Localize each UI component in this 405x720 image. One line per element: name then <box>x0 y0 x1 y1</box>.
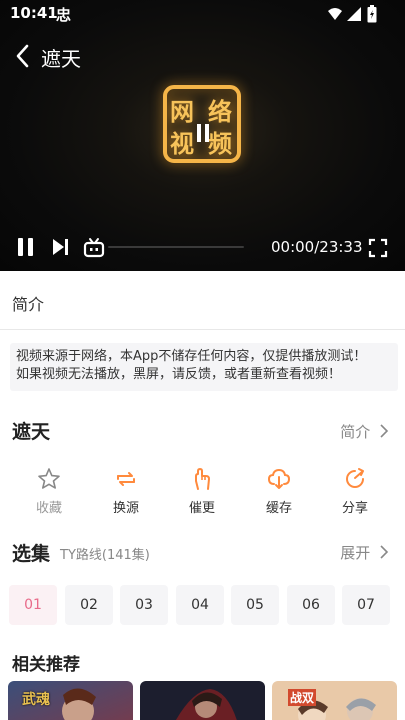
chevron-right-icon <box>380 424 389 438</box>
related-title: 相关推荐 <box>12 655 80 675</box>
thumbnail-title: 武魂 <box>22 692 50 708</box>
related-thumbnail[interactable]: 战双 <box>272 681 397 720</box>
share-icon <box>346 468 364 488</box>
chevron-right-icon <box>380 545 389 559</box>
tab-intro[interactable]: 简介 <box>12 291 44 315</box>
route-label[interactable]: TY路线(141集) <box>60 544 150 563</box>
star-icon <box>38 468 60 489</box>
center-pause-icon[interactable] <box>196 122 210 144</box>
episode-button[interactable]: 05 <box>231 585 279 625</box>
hand-icon <box>195 468 210 490</box>
detail-content: 简介 视频来源于网络，本App不储存任何内容，仅提供播放测试！ 如果视频无法播放… <box>0 271 405 720</box>
related-thumbnail[interactable] <box>140 681 265 720</box>
pause-icon[interactable] <box>16 236 36 258</box>
request-update-button[interactable]: 催更 <box>172 465 232 521</box>
logo-char: 视 <box>170 129 194 158</box>
logo-char: 网 <box>170 97 194 126</box>
episode-button[interactable]: 01 <box>9 585 57 625</box>
notification-icon: 忠 <box>56 6 72 24</box>
episode-button[interactable]: 06 <box>287 585 335 625</box>
related-thumbnail[interactable]: 武魂 <box>8 681 133 720</box>
status-bar: 10:41 忠 <box>0 0 405 30</box>
action-label: 缓存 <box>265 501 292 516</box>
action-bar: 收藏 换源 催更 缓存 分享 <box>0 465 405 521</box>
expand-label: 展开 <box>340 544 371 562</box>
back-icon[interactable] <box>12 42 34 70</box>
time-display: 00:00/23:33 <box>271 238 363 256</box>
action-label: 换源 <box>112 501 139 516</box>
status-time: 10:41 <box>10 4 58 22</box>
danmaku-icon[interactable] <box>83 236 105 258</box>
thumbnail-title: 战双 <box>288 689 317 706</box>
related-list: 武魂 战双 <box>0 681 405 720</box>
share-button[interactable]: 分享 <box>325 465 385 521</box>
divider <box>0 329 405 330</box>
show-title: 遮天 <box>12 421 51 443</box>
notice-box: 视频来源于网络，本App不储存任何内容，仅提供播放测试！ 如果视频无法播放，黑屏… <box>10 343 398 391</box>
episode-button[interactable]: 02 <box>65 585 113 625</box>
next-icon[interactable] <box>50 237 70 257</box>
expand-link[interactable]: 展开 <box>340 542 389 563</box>
episode-button[interactable]: 03 <box>120 585 168 625</box>
notice-line: 视频来源于网络，本App不储存任何内容，仅提供播放测试！ <box>16 349 367 364</box>
logo-char: 络 <box>208 97 232 126</box>
switch-source-button[interactable]: 换源 <box>96 465 156 521</box>
fullscreen-icon[interactable] <box>368 238 388 258</box>
action-label: 收藏 <box>35 501 62 516</box>
video-player[interactable]: 10:41 忠 遮天 网 络 视 频 00:00/23:33 <box>0 0 405 271</box>
download-button[interactable]: 缓存 <box>249 465 309 521</box>
swap-icon <box>117 472 135 486</box>
episodes-title: 选集 <box>12 543 51 565</box>
action-label: 分享 <box>341 501 368 516</box>
notice-line: 如果视频无法播放，黑屏，请反馈，或者重新查看视频！ <box>16 367 342 382</box>
download-cloud-icon <box>267 468 291 489</box>
video-title: 遮天 <box>41 47 81 71</box>
episode-list: 01 02 03 04 05 06 07 <box>9 585 405 625</box>
episode-button[interactable]: 04 <box>176 585 224 625</box>
wifi-signal-icon <box>328 7 361 21</box>
intro-link-label: 简介 <box>340 423 371 441</box>
episode-button[interactable]: 07 <box>342 585 390 625</box>
action-label: 催更 <box>188 501 215 516</box>
logo-char: 频 <box>208 129 232 158</box>
battery-icon <box>367 5 377 23</box>
intro-link[interactable]: 简介 <box>340 421 389 442</box>
progress-bar[interactable] <box>108 246 244 248</box>
favorite-button[interactable]: 收藏 <box>19 465 79 521</box>
